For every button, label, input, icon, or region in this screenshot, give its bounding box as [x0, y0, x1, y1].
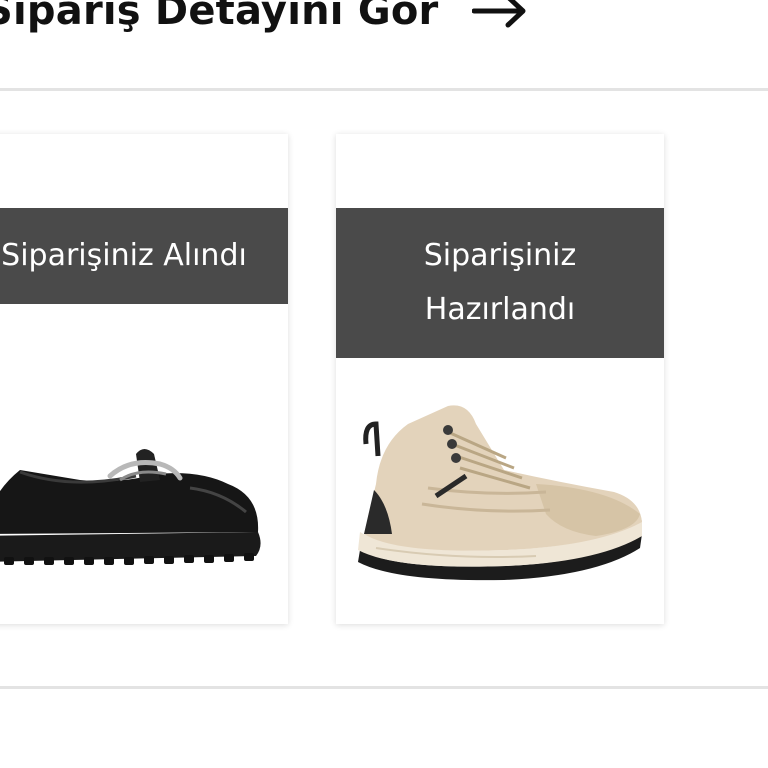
black-loafer-image [0, 384, 288, 604]
bottom-divider [0, 686, 768, 689]
status-text: Siparişiniz Hazırlandı [423, 238, 577, 327]
status-text: Siparişiniz Alındı [1, 238, 247, 273]
order-status-page: Sipariş Detayini Gör Siparişiniz Alındı [0, 0, 768, 768]
beige-hiking-boot-image [336, 384, 664, 604]
order-detail-label: Sipariş Detayini Gör [0, 0, 439, 34]
status-banner: Siparişiniz Alındı [0, 208, 288, 304]
order-detail-link[interactable]: Sipariş Detayini Gör [0, 0, 528, 50]
status-banner: Siparişiniz Hazırlandı [336, 208, 664, 358]
arrow-right-icon [471, 0, 528, 28]
order-item-card[interactable]: Siparişiniz Hazırlandı [336, 134, 664, 624]
top-divider [0, 88, 768, 91]
order-item-card[interactable]: Siparişiniz Alındı [0, 134, 288, 624]
